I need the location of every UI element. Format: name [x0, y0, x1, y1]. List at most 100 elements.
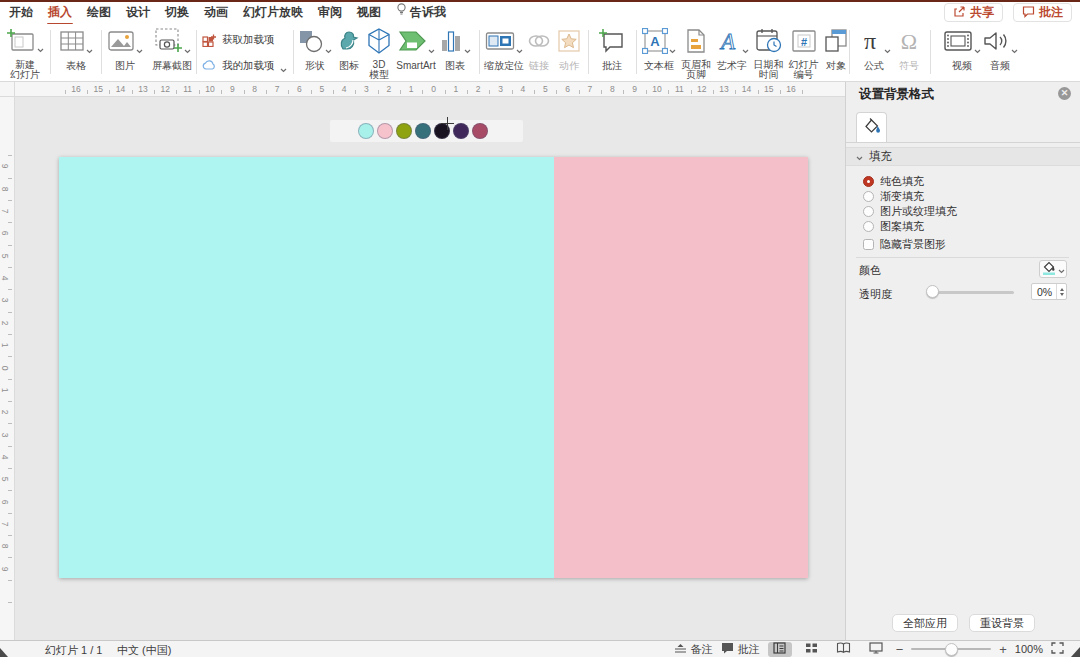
menu-tab-transition[interactable]: 切换 [164, 2, 190, 25]
menu-tab-insert[interactable]: 插入 [47, 2, 73, 25]
reset-background-button[interactable]: 重设背景 [969, 614, 1035, 632]
slide-left-shape[interactable] [59, 157, 554, 578]
zoom-out-button[interactable]: − [896, 642, 904, 657]
zoom-slider-thumb[interactable] [945, 643, 958, 656]
ruler-number: 8 [0, 544, 10, 549]
ruler-number: 6 [0, 231, 10, 236]
ribbon-button-chart[interactable]: 图表 [438, 26, 472, 80]
ribbon-button-3d[interactable]: 3D模型 [364, 26, 394, 80]
share-button[interactable]: 共享 [944, 3, 1003, 22]
color-swatch-3[interactable] [415, 123, 431, 139]
color-swatch-6[interactable] [472, 123, 488, 139]
comments-button[interactable]: 批注 [1013, 3, 1072, 22]
ribbon-button-equation[interactable]: π公式 [856, 26, 892, 80]
ribbon-button-icons[interactable]: 图标 [336, 26, 362, 80]
color-picker-button[interactable] [1039, 260, 1067, 278]
ruler-tick [355, 90, 356, 94]
menu-tab-slideshow[interactable]: 幻灯片放映 [242, 2, 304, 25]
transparency-slider-thumb[interactable] [926, 285, 939, 298]
ribbon-group-separator [50, 30, 51, 74]
menu-tab-animation[interactable]: 动画 [203, 2, 229, 25]
menu-tab-draw[interactable]: 绘图 [86, 2, 112, 25]
notes-button[interactable]: 备注 [674, 642, 713, 657]
ruler-number: 4 [521, 84, 526, 94]
ruler-number: 13 [138, 84, 147, 94]
ribbon-button-video[interactable]: 视频 [944, 26, 980, 80]
slide-right-shape[interactable] [554, 157, 808, 578]
color-swatch-0[interactable] [358, 123, 374, 139]
color-swatch-5[interactable] [453, 123, 469, 139]
crosshair-cursor [441, 117, 454, 130]
slide-sorter-button[interactable] [800, 642, 824, 657]
fill-option-3[interactable]: 图案填充 [863, 219, 1080, 234]
transparency-value: 0% [1032, 286, 1056, 298]
ribbon-button-shapes[interactable]: 形状 [296, 26, 334, 80]
panel-close-button[interactable]: ✕ [1058, 87, 1071, 100]
ribbon-button-new-slide[interactable]: 新建幻灯片 [2, 26, 48, 80]
ruler-number: 15 [764, 84, 773, 94]
menu-tab-home[interactable]: 开始 [8, 2, 34, 25]
ribbon-button-headerfooter[interactable]: 页眉和页脚 [680, 26, 712, 80]
ruler-number: 8 [252, 84, 257, 94]
vertical-ruler: 9876543210123456789 [0, 97, 15, 640]
slideshow-button[interactable] [864, 642, 888, 657]
zoom-slider-track[interactable] [911, 648, 991, 650]
ribbon-button-smartart[interactable]: SmartArt [396, 26, 436, 80]
ribbon-button-datetime[interactable]: 日期和时间 [752, 26, 785, 80]
chevron-down-icon [884, 40, 891, 47]
fit-slide-icon[interactable] [1051, 642, 1064, 656]
ribbon-button-action[interactable]: 动作 [554, 26, 584, 80]
radio-button[interactable] [863, 176, 874, 187]
slide[interactable] [59, 157, 808, 578]
ruler-tick [288, 90, 289, 94]
radio-button[interactable] [863, 221, 874, 232]
ribbon-button-slidenum[interactable]: #幻灯片编号 [787, 26, 820, 80]
ribbon-button-label: 屏幕截图 [152, 61, 192, 71]
comments-label: 批注 [1039, 4, 1063, 21]
ribbon-button-screenshot[interactable]: 屏幕截图 [148, 26, 196, 80]
reading-view-button[interactable] [832, 642, 856, 657]
ruler-number: 4 [0, 455, 10, 460]
hide-background-checkbox-row[interactable]: 隐藏背景图形 [863, 237, 1080, 252]
transparency-slider-track[interactable] [928, 291, 1014, 294]
chevron-down-icon [742, 40, 749, 47]
chevron-down-icon [280, 63, 287, 70]
ribbon-button-link[interactable]: 链接 [526, 26, 552, 80]
ribbon-button-picture[interactable]: 图片 [104, 26, 146, 80]
menu-tab-tellme[interactable]: 告诉我 [395, 1, 447, 25]
ruler-tick [8, 267, 12, 268]
apply-all-button[interactable]: 全部应用 [892, 614, 958, 632]
ribbon-button-my-addins[interactable]: 我的加载项 [202, 54, 287, 78]
ribbon-button-get-addins[interactable]: 获取加载项 [202, 28, 287, 52]
checkbox[interactable] [863, 239, 874, 250]
radio-button[interactable] [863, 191, 874, 202]
menu-tab-design[interactable]: 设计 [125, 2, 151, 25]
color-swatch-2[interactable] [396, 123, 412, 139]
fill-tab[interactable] [856, 112, 887, 143]
fill-option-1[interactable]: 渐变填充 [863, 189, 1080, 204]
spinner-arrows[interactable] [1056, 284, 1066, 299]
ruler-tick [8, 245, 12, 246]
radio-button[interactable] [863, 206, 874, 217]
normal-view-button[interactable] [768, 642, 792, 657]
menu-tab-review[interactable]: 审阅 [317, 2, 343, 25]
ribbon-button-symbol[interactable]: Ω符号 [894, 26, 924, 80]
ribbon-button-textbox[interactable]: A文本框 [640, 26, 678, 80]
ribbon-button-zoom[interactable]: 缩放定位 [484, 26, 524, 80]
menu-tab-label: 动画 [204, 5, 228, 19]
ribbon-button-comment[interactable]: 批注 [594, 26, 630, 80]
ruler-number: 2 [0, 410, 10, 415]
menu-tab-view[interactable]: 视图 [356, 2, 382, 25]
fill-option-2[interactable]: 图片或纹理填充 [863, 204, 1080, 219]
transparency-spinner[interactable]: 0% [1031, 283, 1067, 300]
comments-toggle-button[interactable]: 批注 [721, 642, 760, 657]
ribbon-button-audio[interactable]: 音频 [982, 26, 1018, 80]
ribbon-button-object[interactable]: 对象 [822, 26, 850, 80]
fill-option-0[interactable]: 纯色填充 [863, 174, 1080, 189]
color-swatch-1[interactable] [377, 123, 393, 139]
ribbon-button-table[interactable]: 表格 [54, 26, 98, 80]
zoom-in-button[interactable]: + [999, 642, 1007, 657]
fill-section-header[interactable]: 填充 [846, 147, 1080, 166]
ribbon-button-wordart[interactable]: A艺术字 [714, 26, 750, 80]
language-indicator[interactable]: 中文 (中国) [117, 643, 171, 657]
